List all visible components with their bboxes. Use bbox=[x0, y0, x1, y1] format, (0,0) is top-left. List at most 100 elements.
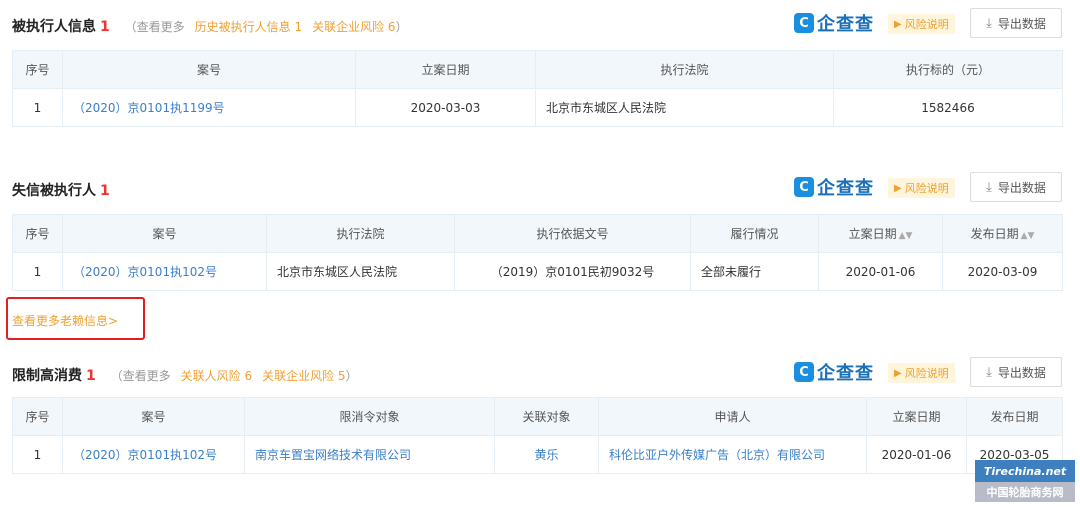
section-title-text: 限制高消费 bbox=[12, 368, 82, 384]
section-title: 限制高消费 1 （查看更多 关联人风险 6 关联企业风险 5） bbox=[12, 365, 358, 385]
section-extras: （查看更多 关联人风险 6 关联企业风险 5） bbox=[111, 369, 358, 383]
table-header-row: 序号 案号 执行法院 执行依据文号 履行情况 立案日期 ▲▼ 发布日期 ▲▼ bbox=[12, 214, 1063, 253]
col-header-target: 限消令对象 bbox=[244, 397, 495, 436]
cell-status: 全部未履行 bbox=[690, 252, 819, 291]
cell-no: 1 bbox=[12, 252, 63, 291]
download-icon: ⤓ bbox=[986, 364, 992, 380]
qichacha-logo-text: 企查查 bbox=[817, 363, 874, 384]
risk-explain-label: 风险说明 bbox=[904, 182, 949, 195]
section-judgment-debtor: 被执行人信息 1 （查看更多 历史被执行人信息 1 关联企业风险 6） C 企查查 ▶… bbox=[12, 8, 1063, 127]
paren-open: （ bbox=[124, 20, 137, 34]
paren-close: ） bbox=[395, 20, 408, 34]
consumption-restriction-table: 序号 案号 限消令对象 关联对象 申请人 立案日期 发布日期 1 （2020）京… bbox=[12, 397, 1063, 474]
col-header-amount: 执行标的（元） bbox=[833, 50, 1063, 89]
section-consumption-restriction: 限制高消费 1 （查看更多 关联人风险 6 关联企业风险 5） C 企查查 ▶ 风险说… bbox=[12, 357, 1063, 474]
section-dishonest-debtor: 失信被执行人 1 C 企查查 ▶ 风险说明 ⤓ 导出数据 序号 案号 执行法院 执… bbox=[12, 172, 1063, 291]
cell-publish-date: 2020-03-09 bbox=[942, 252, 1063, 291]
export-data-button[interactable]: ⤓ 导出数据 bbox=[970, 172, 1062, 202]
publish-date-label: 发布日期 bbox=[970, 227, 1019, 241]
export-data-label: 导出数据 bbox=[997, 16, 1046, 31]
sort-icon[interactable]: ▲▼ bbox=[899, 231, 913, 241]
qichacha-logo-icon: C bbox=[794, 362, 814, 382]
col-header-publish-date[interactable]: 发布日期 ▲▼ bbox=[942, 214, 1063, 253]
qichacha-logo: C 企查查 bbox=[794, 10, 874, 36]
paren-open: （ bbox=[110, 369, 123, 383]
export-data-button[interactable]: ⤓ 导出数据 bbox=[970, 357, 1062, 387]
section-extras: （查看更多 历史被执行人信息 1 关联企业风险 6） bbox=[125, 20, 408, 34]
section-title: 被执行人信息 1 （查看更多 历史被执行人信息 1 关联企业风险 6） bbox=[12, 16, 408, 36]
case-no-link[interactable]: （2020）京0101执102号 bbox=[62, 435, 245, 474]
cell-file-date: 2020-03-03 bbox=[355, 88, 536, 127]
col-header-no: 序号 bbox=[12, 397, 63, 436]
speaker-icon: ▶ bbox=[894, 18, 902, 30]
case-no-link[interactable]: （2020）京0101执1199号 bbox=[62, 88, 356, 127]
section-header: 被执行人信息 1 （查看更多 历史被执行人信息 1 关联企业风险 6） C 企查查 ▶… bbox=[12, 8, 1062, 44]
dishonest-debtor-table: 序号 案号 执行法院 执行依据文号 履行情况 立案日期 ▲▼ 发布日期 ▲▼ 1 （… bbox=[12, 214, 1063, 291]
watermark-text: 中国轮胎商务网 bbox=[986, 486, 1064, 499]
speaker-icon: ▶ bbox=[894, 182, 902, 194]
qichacha-logo-text: 企查查 bbox=[817, 14, 874, 35]
paren-close: ） bbox=[345, 369, 358, 383]
col-header-no: 序号 bbox=[12, 50, 63, 89]
col-header-file-date: 立案日期 bbox=[866, 397, 967, 436]
section-header: 限制高消费 1 （查看更多 关联人风险 6 关联企业风险 5） C 企查查 ▶ 风险说… bbox=[12, 357, 1062, 393]
cell-court: 北京市东城区人民法院 bbox=[535, 88, 834, 127]
file-date-label: 立案日期 bbox=[848, 227, 897, 241]
section-header: 失信被执行人 1 C 企查查 ▶ 风险说明 ⤓ 导出数据 bbox=[12, 172, 1062, 208]
history-debtor-link[interactable]: 历史被执行人信息 1 bbox=[195, 20, 302, 34]
sort-icon[interactable]: ▲▼ bbox=[1021, 231, 1035, 241]
section-count: 1 bbox=[86, 368, 96, 384]
cell-no: 1 bbox=[12, 435, 63, 474]
col-header-publish-date: 发布日期 bbox=[966, 397, 1063, 436]
export-data-label: 导出数据 bbox=[997, 180, 1046, 195]
col-header-court: 执行法院 bbox=[535, 50, 834, 89]
risk-explain-button[interactable]: ▶ 风险说明 bbox=[888, 363, 955, 383]
qichacha-logo: C 企查查 bbox=[794, 359, 874, 385]
col-header-file-date: 立案日期 bbox=[355, 50, 536, 89]
site-watermark: Tirechina.net 中国轮胎商务网 bbox=[975, 460, 1075, 502]
risk-explain-button[interactable]: ▶ 风险说明 bbox=[888, 178, 955, 198]
more-deadbeat-link[interactable]: 查看更多老赖信息> bbox=[12, 312, 118, 329]
cell-no: 1 bbox=[12, 88, 63, 127]
related-company-risk-link[interactable]: 关联企业风险 6 bbox=[312, 20, 395, 34]
qichacha-logo-icon: C bbox=[794, 177, 814, 197]
qichacha-logo-icon: C bbox=[794, 13, 814, 33]
table-header-row: 序号 案号 限消令对象 关联对象 申请人 立案日期 发布日期 bbox=[12, 397, 1063, 436]
table-row: 1 （2020）京0101执1199号 2020-03-03 北京市东城区人民法… bbox=[12, 88, 1063, 127]
speaker-icon: ▶ bbox=[894, 367, 902, 379]
judgment-debtor-table: 序号 案号 立案日期 执行法院 执行标的（元） 1 （2020）京0101执11… bbox=[12, 50, 1063, 127]
section-title: 失信被执行人 1 bbox=[12, 180, 110, 200]
table-row: 1 （2020）京0101执102号 南京车置宝网络技术有限公司 黄乐 科伦比亚… bbox=[12, 435, 1063, 474]
col-header-case-no: 案号 bbox=[62, 397, 245, 436]
section-title-text: 被执行人信息 bbox=[12, 19, 96, 35]
col-header-court: 执行法院 bbox=[266, 214, 455, 253]
export-data-label: 导出数据 bbox=[997, 365, 1046, 380]
risk-explain-label: 风险说明 bbox=[904, 367, 949, 380]
cell-amount: 1582466 bbox=[833, 88, 1063, 127]
qichacha-logo: C 企查查 bbox=[794, 174, 874, 200]
applicant-link[interactable]: 科伦比亚户外传媒广告（北京）有限公司 bbox=[598, 435, 867, 474]
risk-explain-label: 风险说明 bbox=[904, 18, 949, 31]
download-icon: ⤓ bbox=[986, 15, 992, 31]
related-person-link[interactable]: 黄乐 bbox=[494, 435, 599, 474]
related-person-risk-link[interactable]: 关联人风险 6 bbox=[181, 369, 252, 383]
download-icon: ⤓ bbox=[986, 179, 992, 195]
section-count: 1 bbox=[100, 19, 110, 35]
col-header-no: 序号 bbox=[12, 214, 63, 253]
section-count: 1 bbox=[100, 183, 110, 199]
table-header-row: 序号 案号 立案日期 执行法院 执行标的（元） bbox=[12, 50, 1063, 89]
target-company-link[interactable]: 南京车置宝网络技术有限公司 bbox=[244, 435, 495, 474]
col-header-file-date[interactable]: 立案日期 ▲▼ bbox=[818, 214, 943, 253]
table-row: 1 （2020）京0101执102号 北京市东城区人民法院 （2019）京010… bbox=[12, 252, 1063, 291]
risk-explain-button[interactable]: ▶ 风险说明 bbox=[888, 14, 955, 34]
section-title-text: 失信被执行人 bbox=[12, 183, 96, 199]
export-data-button[interactable]: ⤓ 导出数据 bbox=[970, 8, 1062, 38]
col-header-basis-no: 执行依据文号 bbox=[454, 214, 691, 253]
case-no-link[interactable]: （2020）京0101执102号 bbox=[62, 252, 267, 291]
col-header-related: 关联对象 bbox=[494, 397, 599, 436]
col-header-status: 履行情况 bbox=[690, 214, 819, 253]
see-more-link[interactable]: 查看更多 bbox=[123, 369, 171, 383]
related-company-risk-link[interactable]: 关联企业风险 5 bbox=[262, 369, 345, 383]
see-more-link[interactable]: 查看更多 bbox=[137, 20, 185, 34]
cell-file-date: 2020-01-06 bbox=[866, 435, 967, 474]
